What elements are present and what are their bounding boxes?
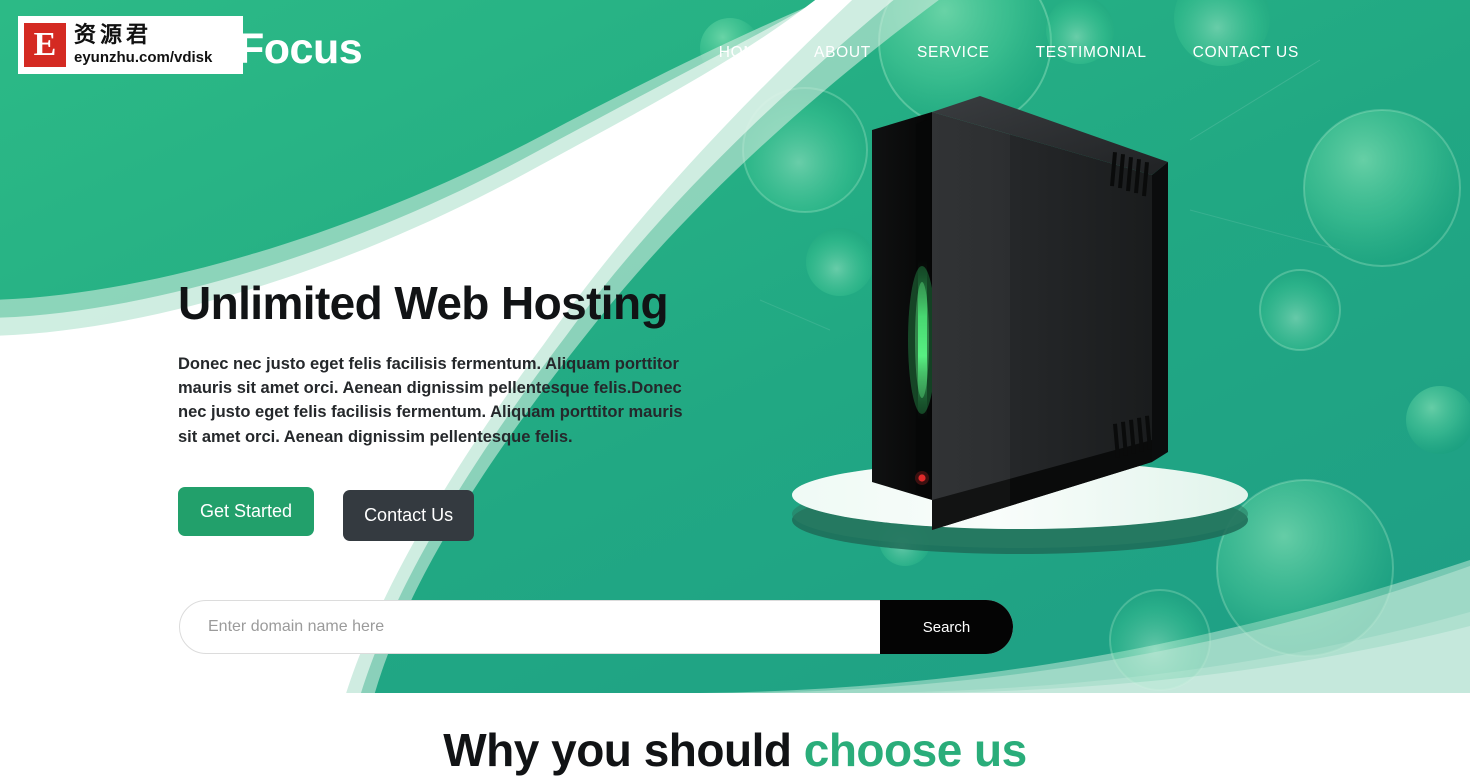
domain-search: Search <box>179 600 1013 654</box>
domain-search-button[interactable]: Search <box>880 600 1013 654</box>
watermark-chinese-text: 资源君 <box>74 23 153 48</box>
watermark-overlay: E 资源君 eyunzhu.com/vdisk <box>18 16 243 74</box>
page-root: Focus HOME ABOUT SERVICE TESTIMONIAL CON… <box>0 0 1470 780</box>
watermark-text: 资源君 eyunzhu.com/vdisk <box>74 23 213 66</box>
nav-item-contact-us[interactable]: CONTACT US <box>1170 38 1322 68</box>
hero-title: Unlimited Web Hosting <box>178 277 669 329</box>
nav-item-about[interactable]: ABOUT <box>791 38 894 68</box>
why-title-plain: Why you should <box>443 724 804 776</box>
main-navigation: HOME ABOUT SERVICE TESTIMONIAL CONTACT U… <box>696 38 1322 68</box>
hero-section: Focus HOME ABOUT SERVICE TESTIMONIAL CON… <box>0 0 1470 693</box>
why-choose-us-section: Why you should choose us <box>0 693 1470 780</box>
hero-actions: Get Started Contact Us <box>178 487 738 542</box>
why-choose-us-title: Why you should choose us <box>443 725 1027 780</box>
nav-item-service[interactable]: SERVICE <box>894 38 1013 68</box>
nav-item-home[interactable]: HOME <box>696 38 791 68</box>
watermark-badge-letter: E <box>24 23 66 67</box>
brand-name: Focus <box>238 24 363 73</box>
nav-item-testimonial[interactable]: TESTIMONIAL <box>1013 38 1170 68</box>
hero-description: Donec nec justo eget felis facilisis fer… <box>178 354 683 446</box>
contact-us-button[interactable]: Contact Us <box>343 490 475 542</box>
why-title-accent: choose us <box>803 724 1028 776</box>
hero-content: Unlimited Web Hosting Donec nec justo eg… <box>178 277 738 542</box>
watermark-url: eyunzhu.com/vdisk <box>74 49 213 66</box>
get-started-button[interactable]: Get Started <box>178 487 315 537</box>
